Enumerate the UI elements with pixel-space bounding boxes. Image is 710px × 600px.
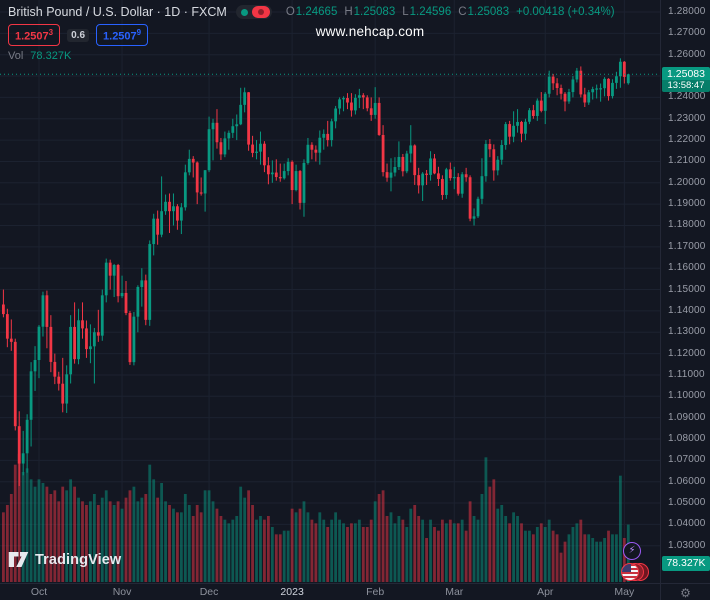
- tradingview-logo[interactable]: TradingView: [8, 551, 121, 568]
- current-volume-label: 78.327K: [662, 556, 710, 571]
- market-open-dot-icon: [241, 9, 248, 16]
- time-tick-label: Mar: [445, 586, 463, 598]
- symbol-title[interactable]: British Pound / U.S. Dollar · 1D · FXCM: [8, 5, 227, 19]
- lightning-event-icon[interactable]: ⚡: [623, 542, 641, 560]
- price-tick-label: 1.06000: [668, 476, 706, 487]
- market-status-toggle[interactable]: [236, 5, 272, 19]
- price-tick-label: 1.11000: [668, 369, 705, 380]
- price-tick-label: 1.28000: [668, 6, 706, 17]
- us-flag-economic-events-icon[interactable]: [621, 563, 651, 582]
- price-tick-label: 1.10000: [668, 390, 706, 401]
- tradingview-chart-window: www.nehcap.com British Pound / U.S. Doll…: [0, 0, 710, 600]
- ohlc-values: O1.24665 H1.25083 L1.24596 C1.25083 +0.0…: [286, 6, 615, 18]
- price-tick-label: 1.26000: [668, 49, 706, 60]
- time-tick-label: Oct: [31, 586, 47, 598]
- time-tick-label: Feb: [366, 586, 384, 598]
- open-value: 1.24665: [296, 6, 338, 18]
- price-tick-label: 1.03000: [668, 540, 706, 551]
- price-tick-label: 1.09000: [668, 412, 706, 423]
- volume-value: 78.327K: [30, 50, 71, 62]
- price-tick-label: 1.13000: [668, 326, 706, 337]
- price-tick-label: 1.17000: [668, 241, 706, 252]
- price-tick-label: 1.24000: [668, 91, 706, 102]
- volume-legend: Vol 78.327K: [8, 50, 615, 62]
- current-price-label: 1.25083 13:58:47: [662, 67, 710, 92]
- time-tick-label: Dec: [200, 586, 219, 598]
- price-tick-label: 1.22000: [668, 134, 706, 145]
- notification-pill-icon: [252, 6, 270, 18]
- time-tick-label: 2023: [280, 586, 303, 598]
- price-axis[interactable]: 1.25083 13:58:47 78.327K 1.28000 1.27000 1…: [660, 0, 710, 583]
- high-value: 1.25083: [354, 6, 396, 18]
- price-tick-label: 1.07000: [668, 454, 706, 465]
- price-tick-label: 1.18000: [668, 219, 706, 230]
- price-tick-label: 1.04000: [668, 518, 706, 529]
- price-tick-label: 1.27000: [668, 27, 706, 38]
- price-tick-label: 1.21000: [668, 155, 706, 166]
- low-value: 1.24596: [410, 6, 452, 18]
- price-tick-label: 1.20000: [668, 177, 706, 188]
- price-tick-label: 1.14000: [668, 305, 706, 316]
- bar-countdown: 13:58:47: [662, 80, 710, 92]
- candlestick-chart[interactable]: [0, 0, 660, 583]
- price-tick-label: 1.19000: [668, 198, 706, 209]
- candlestick-chart-pane[interactable]: www.nehcap.com British Pound / U.S. Doll…: [0, 0, 660, 583]
- time-tick-label: Apr: [537, 586, 553, 598]
- price-tick-label: 1.08000: [668, 433, 706, 444]
- current-price-value: 1.25083: [662, 67, 710, 80]
- buy-ask-button[interactable]: 1.25079: [96, 24, 148, 47]
- close-value: 1.25083: [468, 6, 510, 18]
- price-tick-label: 1.16000: [668, 262, 706, 273]
- tradingview-logo-text: TradingView: [35, 552, 121, 568]
- price-tick-label: 1.23000: [668, 113, 706, 124]
- us-flag-icon: [621, 563, 639, 581]
- sell-bid-button[interactable]: 1.25073: [8, 24, 60, 47]
- time-axis[interactable]: Oct Nov Dec 2023 Feb Mar Apr May: [0, 583, 660, 600]
- price-tick-label: 1.15000: [668, 284, 706, 295]
- price-tick-label: 1.05000: [668, 497, 706, 508]
- chart-legend: British Pound / U.S. Dollar · 1D · FXCM …: [8, 4, 615, 62]
- change-value: +0.00418 (+0.34%): [516, 6, 614, 18]
- settings-gear-icon[interactable]: ⚙: [680, 585, 691, 600]
- tradingview-logo-icon: [8, 551, 29, 568]
- price-tick-label: 1.12000: [668, 348, 706, 359]
- volume-label: Vol: [8, 50, 23, 62]
- time-tick-label: Nov: [113, 586, 132, 598]
- axis-corner: ⚙: [660, 583, 710, 600]
- spread-value: 0.6: [67, 29, 89, 42]
- time-tick-label: May: [614, 586, 634, 598]
